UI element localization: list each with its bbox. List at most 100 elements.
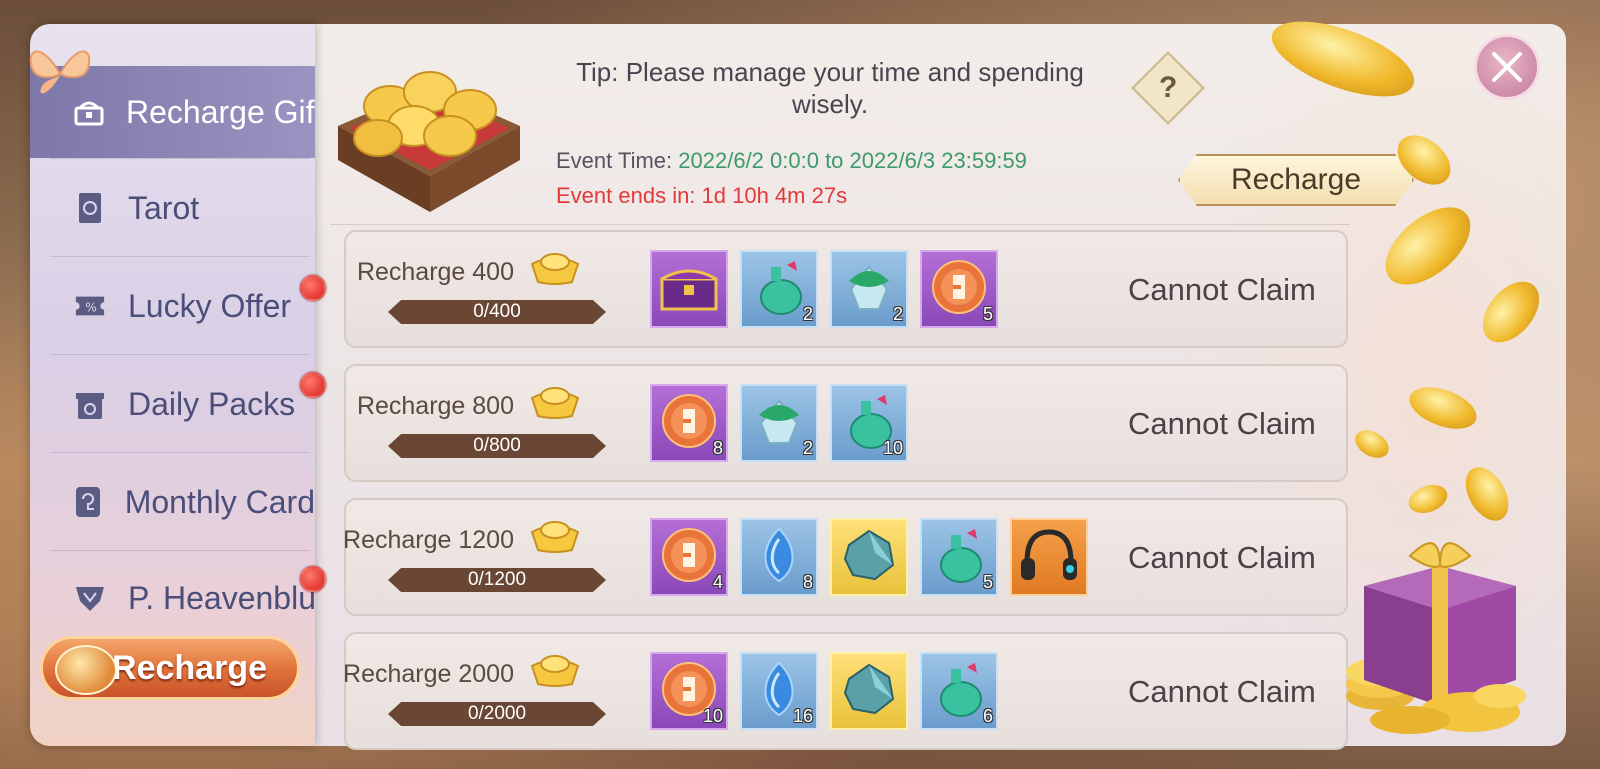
progress-bar: 0/800	[388, 434, 606, 458]
divider	[330, 224, 1350, 225]
claim-status[interactable]: Cannot Claim	[1128, 540, 1316, 576]
event-time-value: 2022/6/2 0:0:0 to 2022/6/3 23:59:59	[678, 148, 1027, 173]
chest-icon	[658, 261, 720, 318]
event-time: Event Time: 2022/6/2 0:0:0 to 2022/6/3 2…	[556, 148, 1027, 174]
reward-row: Recharge 2000 0/2000 10 16 6 Cannot Claim	[343, 632, 1348, 750]
claim-status[interactable]: Cannot Claim	[1128, 272, 1316, 308]
gold-ingot-icon	[530, 253, 580, 285]
notification-dot	[300, 566, 326, 592]
reward-item[interactable]: 16	[740, 652, 818, 730]
question-icon: ?	[1158, 70, 1178, 104]
recharge-side-button[interactable]: Recharge	[40, 636, 300, 700]
item-quantity: 2	[802, 438, 813, 458]
potion-icon	[931, 659, 987, 724]
progress-bar: 0/2000	[388, 702, 606, 726]
sidebar-item-tarot[interactable]: Tarot	[30, 162, 315, 254]
reward-tier-title: Recharge 1200	[343, 526, 514, 554]
reward-item[interactable]: 10	[830, 384, 908, 462]
notification-dot	[300, 275, 326, 301]
potion-icon	[751, 257, 807, 322]
claim-status[interactable]: Cannot Claim	[1128, 674, 1316, 710]
reward-item[interactable]: 2	[830, 250, 908, 328]
reward-item[interactable]	[830, 518, 908, 596]
reward-item[interactable]: 5	[920, 518, 998, 596]
reward-tier-title: Recharge 400	[356, 258, 514, 286]
reward-item[interactable]: 2	[740, 250, 818, 328]
claim-status[interactable]: Cannot Claim	[1128, 406, 1316, 442]
tip-text: Tip: Please manage your time and spendin…	[576, 57, 1084, 119]
sidebar-item-daily-packs[interactable]: Daily Packs	[30, 358, 315, 450]
reward-item[interactable]: 10	[650, 652, 728, 730]
recharge-side-button-label: Recharge	[112, 648, 267, 687]
exp-orb-icon	[659, 525, 719, 590]
reward-row: Recharge 1200 0/1200 4 8 5 Cannot Claim	[343, 498, 1348, 616]
item-quantity: 4	[712, 572, 723, 592]
close-icon	[1492, 52, 1522, 82]
sidebar-item-label: Tarot	[128, 189, 200, 226]
crystal-bag-icon	[841, 259, 897, 320]
reward-item[interactable]: 8	[650, 384, 728, 462]
sidebar: Recharge Gift Tarot % Lucky Offer Daily …	[30, 24, 315, 746]
card-icon	[74, 486, 103, 518]
headphones-icon	[1017, 526, 1081, 589]
item-quantity: 16	[792, 706, 813, 726]
exp-orb-icon	[659, 391, 719, 456]
reward-item[interactable]	[650, 250, 728, 328]
svg-text:%: %	[85, 301, 97, 315]
sidebar-item-monthly-card[interactable]: Monthly Card	[30, 456, 315, 548]
reward-item[interactable]: 8	[740, 518, 818, 596]
reward-tier-title: Recharge 800	[356, 392, 514, 420]
gold-ingot-icon	[530, 387, 580, 419]
tarot-card-icon	[74, 192, 106, 224]
daily-pack-icon	[74, 388, 106, 420]
reward-item[interactable]	[1010, 518, 1088, 596]
item-quantity: 2	[802, 304, 813, 324]
sidebar-item-label: Monthly Card	[124, 483, 315, 520]
gold-ingot-icon	[530, 521, 580, 553]
pass-icon	[74, 582, 106, 614]
ticket-icon: %	[74, 290, 106, 322]
divider	[50, 452, 310, 453]
sidebar-item-label: Daily Packs	[128, 385, 296, 422]
divider	[50, 354, 310, 355]
event-time-label: Event Time:	[556, 148, 679, 173]
crystal-bag-icon	[751, 393, 807, 454]
reward-item[interactable]: 2	[740, 384, 818, 462]
divider	[50, 158, 310, 159]
reward-row: Recharge 400 0/400 2 2 5 Cannot Claim	[344, 230, 1348, 348]
item-quantity: 5	[982, 572, 993, 592]
reward-row: Recharge 800 0/800 8 2 10 Cannot Claim	[344, 364, 1348, 482]
event-countdown: Event ends in: 1d 10h 4m 27s	[556, 183, 848, 208]
recharge-button[interactable]: Recharge	[1178, 154, 1414, 206]
sidebar-item-label: Recharge Gift	[126, 93, 315, 130]
ore-icon	[839, 525, 899, 590]
item-quantity: 6	[982, 706, 993, 726]
gift-box-image	[1346, 542, 1526, 734]
reward-item[interactable]: 6	[920, 652, 998, 730]
exp-orb-icon	[929, 257, 989, 322]
potion-icon	[931, 525, 987, 590]
reward-item[interactable]: 4	[650, 518, 728, 596]
reward-item[interactable]: 5	[920, 250, 998, 328]
blue-gem-icon	[754, 525, 804, 590]
sidebar-item-p-heavenblue[interactable]: P. Heavenblue	[30, 552, 315, 644]
divider	[50, 550, 310, 551]
coin-stack-icon	[55, 645, 117, 695]
progress-bar: 0/400	[388, 300, 606, 324]
divider	[50, 256, 310, 257]
item-quantity: 2	[892, 304, 903, 324]
reward-tier-title: Recharge 2000	[343, 660, 514, 688]
item-quantity: 8	[712, 438, 723, 458]
butterfly-icon	[29, 50, 91, 94]
sidebar-item-label: Lucky Offer	[128, 287, 292, 324]
progress-bar: 0/1200	[388, 568, 606, 592]
close-button[interactable]	[1474, 34, 1540, 100]
notification-dot	[300, 372, 326, 398]
item-quantity: 10	[882, 438, 903, 458]
reward-item[interactable]	[830, 652, 908, 730]
sidebar-item-label: P. Heavenblue	[128, 579, 315, 616]
coin-box-image	[338, 71, 520, 212]
sidebar-item-lucky-offer[interactable]: % Lucky Offer	[30, 260, 315, 352]
item-quantity: 10	[702, 706, 723, 726]
gold-ingot-icon	[530, 655, 580, 687]
